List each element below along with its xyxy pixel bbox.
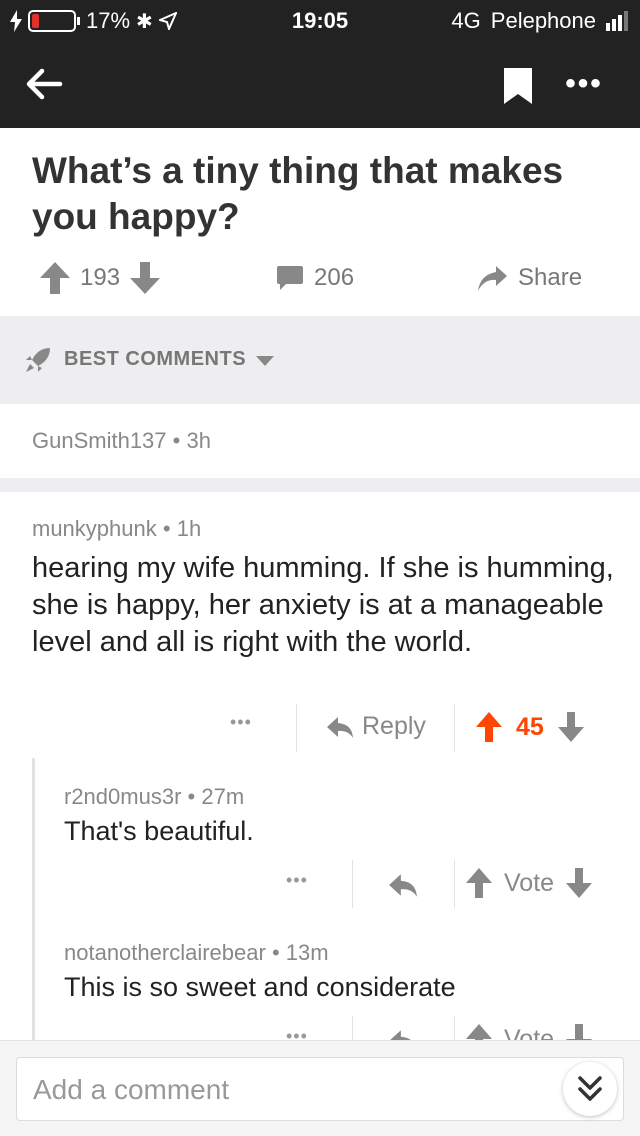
reply-button[interactable]: Reply	[326, 712, 426, 741]
signal-strength-icon	[606, 11, 628, 31]
comment-author[interactable]: GunSmith137	[32, 428, 167, 453]
share-arrow-icon	[478, 266, 507, 291]
share-label: Share	[518, 264, 583, 291]
meta-dot: •	[162, 516, 177, 541]
separator	[352, 860, 353, 908]
separator	[454, 1016, 455, 1040]
reply-meta: notanotherclairebear • 13m	[64, 940, 329, 966]
downvote-arrow-icon[interactable]	[130, 262, 161, 294]
collapsed-comment-meta: GunSmith137 • 3h	[32, 428, 211, 454]
status-bar: 17% ✱ 19:05 4G Pelephone	[0, 0, 640, 40]
comment-author[interactable]: notanotherclairebear	[64, 940, 266, 965]
comment-more-button[interactable]: •••	[230, 712, 252, 733]
add-comment-placeholder: Add a comment	[33, 1074, 230, 1105]
double-chevron-down-icon	[578, 1076, 602, 1101]
reply-actions: ••• Vote	[270, 1016, 630, 1040]
chevron-down-icon	[256, 356, 274, 366]
comment-score: 45	[516, 712, 544, 741]
network-type: 4G	[451, 8, 481, 33]
collapsed-comment[interactable]: GunSmith137 • 3h	[0, 404, 640, 478]
comment-vote-group: 45	[476, 712, 584, 742]
comment-bubble-icon	[277, 266, 303, 290]
back-arrow-icon[interactable]	[20, 60, 68, 108]
downvote-arrow-icon[interactable]	[557, 712, 584, 742]
upvote-arrow-icon[interactable]	[466, 1024, 492, 1040]
reply-vote-group: Vote	[466, 868, 593, 898]
reply-body: That's beautiful.	[64, 816, 254, 846]
comment-age: 27m	[201, 784, 245, 809]
separator	[454, 860, 455, 908]
downvote-arrow-icon[interactable]	[566, 868, 593, 898]
post-actions-bar: 193 206 Share	[0, 252, 640, 304]
comment-actions: ••• Reply 45	[210, 704, 630, 754]
upvote-arrow-icon[interactable]	[40, 262, 70, 294]
post-share-button[interactable]: Share	[476, 252, 582, 304]
meta-dot: •	[271, 940, 286, 965]
upvote-arrow-icon[interactable]	[476, 712, 502, 742]
meta-dot: •	[187, 784, 202, 809]
vote-label: Vote	[504, 1024, 555, 1041]
rocket-icon	[26, 348, 50, 372]
comment-age: 1h	[176, 516, 202, 541]
comment-composer: Add a comment	[0, 1040, 640, 1136]
more-options-icon[interactable]: •••	[562, 64, 606, 104]
comment-age: 13m	[285, 940, 329, 965]
jump-to-next-button[interactable]	[563, 1062, 617, 1116]
post-comments-button[interactable]: 206	[276, 252, 354, 304]
reply-label: Reply	[362, 712, 426, 740]
upvote-arrow-icon[interactable]	[466, 868, 492, 898]
carrier-name: Pelephone	[490, 8, 596, 33]
meta-dot: •	[172, 428, 187, 453]
comment-divider	[0, 478, 640, 492]
reply-arrow-icon[interactable]	[388, 872, 418, 898]
post-title: What’s a tiny thing that makes you happy…	[32, 150, 564, 237]
separator	[296, 704, 297, 752]
comment-more-button[interactable]: •••	[286, 1026, 308, 1040]
comment-author[interactable]: r2nd0mus3r	[64, 784, 181, 809]
comment-meta: munkyphunk • 1h	[32, 516, 201, 542]
thread-indent-line	[32, 758, 35, 1048]
downvote-arrow-icon[interactable]	[566, 1024, 593, 1040]
reply-meta: r2nd0mus3r • 27m	[64, 784, 244, 810]
separator	[352, 1016, 353, 1040]
comment-more-button[interactable]: •••	[286, 870, 308, 891]
vote-label: Vote	[504, 868, 555, 897]
reply-body: This is so sweet and considerate	[64, 972, 456, 1002]
reply-arrow-icon	[327, 716, 353, 738]
reply-arrow-icon[interactable]	[388, 1028, 418, 1040]
bookmark-icon[interactable]	[504, 68, 532, 104]
post-score: 193	[80, 264, 121, 291]
comment-sort-bar[interactable]: BEST COMMENTS	[0, 316, 640, 404]
separator	[454, 704, 455, 752]
status-right: 4G Pelephone	[451, 8, 628, 34]
post-comment-count: 206	[314, 264, 355, 291]
comment-author[interactable]: munkyphunk	[32, 516, 157, 541]
reply-vote-group: Vote	[466, 1024, 593, 1041]
comment-age: 3h	[186, 428, 211, 453]
sort-label: BEST COMMENTS	[64, 348, 247, 370]
top-navigation-bar: •••	[0, 40, 640, 128]
add-comment-input[interactable]: Add a comment	[16, 1057, 624, 1121]
reply-actions: ••• Vote	[270, 860, 630, 910]
post-vote-group: 193	[40, 252, 161, 304]
comment-body: hearing my wife humming. If she is hummi…	[32, 552, 614, 658]
